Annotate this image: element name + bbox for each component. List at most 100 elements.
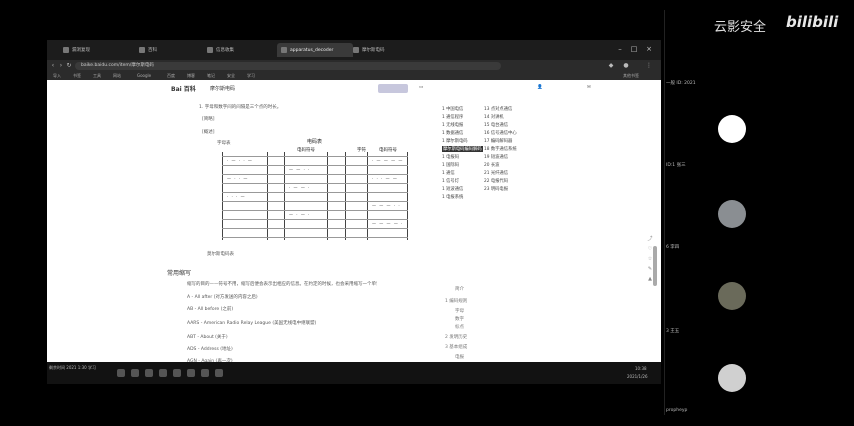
tab-1[interactable]: 漏洞复现 [63, 43, 123, 57]
related-link[interactable]: 13 点对点通信 [484, 106, 512, 112]
bookmark-item[interactable]: 导入 [53, 73, 61, 79]
tab-active[interactable]: apparatus_decoder [277, 43, 353, 57]
related-link[interactable]: 18 数字通信系统 [484, 146, 517, 152]
morse-code: · — — — — [372, 158, 404, 163]
related-link[interactable]: 1 信号灯 [442, 178, 459, 184]
morse-code: — · · — [227, 176, 249, 181]
related-link[interactable]: 1 短波通信 [442, 186, 463, 192]
tab-6[interactable]: 摩尔斯电码 [353, 43, 417, 57]
close-icon[interactable]: × [644, 44, 654, 54]
toc-item[interactable]: 1 编码规则 [445, 298, 467, 304]
share-icon[interactable]: ⤴ [647, 236, 653, 242]
morse-code: — — — · · [372, 203, 401, 208]
related-link[interactable]: 22 电报代码 [484, 178, 508, 184]
related-link[interactable]: 16 信号通信中心 [484, 130, 517, 136]
reload-icon[interactable]: ↻ [65, 62, 73, 70]
related-link[interactable]: 15 电台通信 [484, 122, 508, 128]
menu-icon[interactable]: ⋮ [645, 62, 653, 70]
related-link[interactable]: 17 编码解码器 [484, 138, 512, 144]
related-link[interactable]: 21 光纤通信 [484, 170, 508, 176]
toolbar: ‹ › ↻ baike.baidu.com/item/摩尔斯电码 ◆ ● ⋮ [47, 60, 661, 72]
watermark-bilibili-logo: bilibili [786, 13, 839, 31]
related-link[interactable]: 1 电报码 [442, 154, 459, 160]
toc-item[interactable]: 简介 [455, 286, 464, 292]
table-row-rule [222, 192, 408, 193]
bookmark-item[interactable]: 百度 [167, 73, 175, 79]
user-link[interactable]: 👤 [537, 85, 543, 90]
header-user-label: 一般 ID: 2021 [666, 81, 696, 86]
figure-note: 字母表 [217, 141, 231, 146]
bookmark-item[interactable]: 笔记 [207, 73, 215, 79]
section-desc: 缩写的目的——符号不用，缩写后便会表示出相应的信息。在约定的时候，也会采用缩写一… [187, 282, 377, 287]
bookmark-item[interactable]: 网站 [113, 73, 121, 79]
profile-icon[interactable]: ● [622, 62, 630, 70]
bookmark-item[interactable]: 博客 [187, 73, 195, 79]
favicon-icon [353, 47, 359, 53]
toc-item[interactable]: 字母 [455, 308, 464, 314]
app-icon[interactable] [145, 369, 153, 377]
participant-avatar[interactable] [718, 115, 746, 143]
related-link[interactable]: 1 通信 [442, 170, 455, 176]
related-link-highlighted[interactable]: 摩尔斯电码编码解码 [442, 146, 483, 152]
participant-avatar[interactable] [718, 200, 746, 228]
tab-3[interactable]: 信息收集 [207, 43, 267, 57]
related-link[interactable]: 1 电报系统 [442, 194, 463, 200]
bookmark-item[interactable]: 书签 [73, 73, 81, 79]
bookmark-item[interactable]: 工具 [93, 73, 101, 79]
related-link[interactable]: 23 明码电报 [484, 186, 508, 192]
tab-bar: 漏洞复现 百科 信息收集 文件包含 apparatus_decoder 摩尔斯电… [47, 40, 661, 60]
bookmark-item[interactable]: 学习 [247, 73, 255, 79]
related-link[interactable]: 1 国际码 [442, 162, 459, 168]
msg-link[interactable]: ✉ [587, 85, 591, 90]
app-icon[interactable] [117, 369, 125, 377]
table-row-rule [222, 237, 408, 238]
morse-code: · — — · [289, 185, 311, 190]
table-row-rule [222, 174, 408, 175]
morse-code: — — — — · [372, 221, 404, 226]
app-icon[interactable] [173, 369, 181, 377]
related-link[interactable]: 1 无线电报 [442, 122, 463, 128]
app-icon[interactable] [215, 369, 223, 377]
clock-date: 2021/1/26 [627, 374, 648, 379]
morse-code: · · · — [227, 194, 246, 199]
app-icon[interactable] [187, 369, 195, 377]
morse-code: — · — · [289, 212, 311, 217]
toc-item[interactable]: 数字 [455, 316, 464, 322]
related-link[interactable]: 1 数据通信 [442, 130, 463, 136]
toc-item[interactable]: 标点 [455, 324, 464, 330]
toc-item[interactable]: 3 基本组成 [445, 344, 467, 350]
participant-label: 3 王五 [666, 329, 680, 334]
tab-2[interactable]: 百科 [139, 43, 189, 57]
related-link[interactable]: 19 短波通信 [484, 154, 508, 160]
related-link[interactable]: 1 中国电信 [442, 106, 463, 112]
watermark-brand: 云影安全 [714, 20, 767, 35]
bookmark-item[interactable]: 安全 [227, 73, 235, 79]
forward-icon[interactable]: › [57, 62, 65, 70]
toc-item[interactable]: 电报 [455, 354, 464, 360]
url-bar[interactable]: baike.baidu.com/item/摩尔斯电码 [75, 62, 501, 70]
site-logo[interactable]: Bai 百科 [171, 84, 196, 93]
maximize-icon[interactable]: □ [629, 44, 639, 54]
related-link[interactable]: 1 通信程序 [442, 114, 463, 120]
participant-avatar[interactable] [718, 364, 746, 392]
minimize-icon[interactable]: – [615, 44, 625, 54]
toc-item[interactable]: 2 发明历史 [445, 334, 467, 340]
participant-avatar[interactable] [718, 282, 746, 310]
browser-window: 漏洞复现 百科 信息收集 文件包含 apparatus_decoder 摩尔斯电… [47, 40, 661, 384]
taskbar-left-text: 剩余时间 2021 1:30 学习 [49, 365, 96, 370]
app-icon[interactable] [159, 369, 167, 377]
back-icon[interactable]: ‹ [49, 62, 57, 70]
bookmark-item[interactable]: 其他书签 [623, 73, 639, 79]
app-icon[interactable] [201, 369, 209, 377]
related-link[interactable]: 14 对讲机 [484, 114, 504, 120]
article-content: 1. 字母和数字间的间隔是三个点的时长。 [简略] [概述] 电码表 电码符号 … [47, 96, 661, 384]
scrollbar[interactable] [653, 246, 657, 286]
section-title: 常用缩写 [167, 270, 192, 277]
related-link[interactable]: 20 长波 [484, 162, 499, 168]
bookmark-item[interactable]: Google [137, 73, 151, 79]
header-link[interactable]: ▭ [419, 85, 423, 90]
related-link[interactable]: 1 摩尔斯电码 [442, 138, 468, 144]
app-icon[interactable] [131, 369, 139, 377]
extension-icon[interactable]: ◆ [607, 62, 615, 70]
search-button[interactable] [378, 84, 408, 93]
